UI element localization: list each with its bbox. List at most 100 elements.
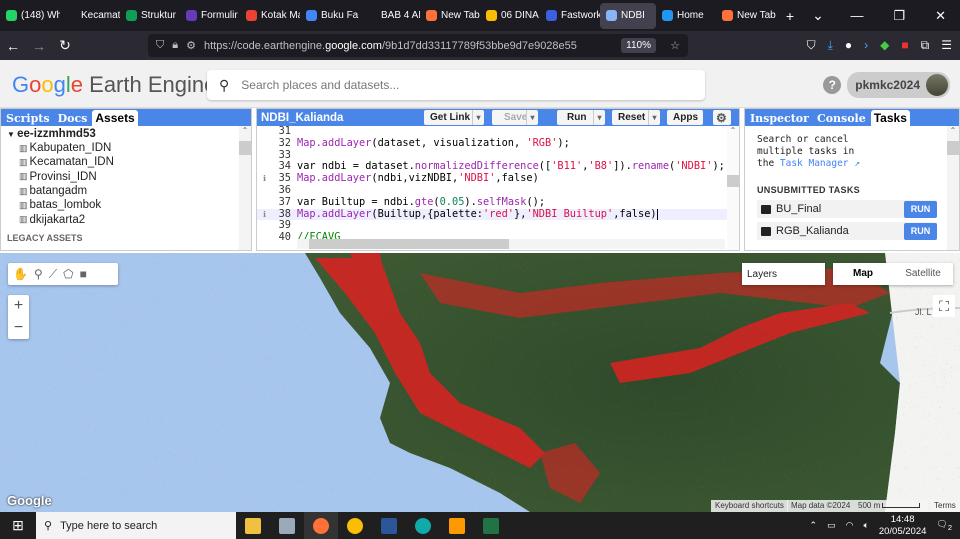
bookmark-star-icon[interactable]: ☆ <box>670 39 680 52</box>
browser-tab[interactable]: New Tab <box>420 3 480 29</box>
asset-item[interactable]: ▥ dkijakarta2 <box>7 212 245 226</box>
tab-list-button[interactable]: ⌄ <box>804 7 832 24</box>
polygon-icon[interactable]: ⬠ <box>63 267 73 281</box>
forward-icon[interactable]: → <box>26 38 52 54</box>
extension-red-icon[interactable]: ■ <box>901 38 908 53</box>
browser-tab[interactable]: New Tab <box>716 3 776 29</box>
app-icon[interactable] <box>270 512 304 539</box>
browser-tab[interactable]: Kecamatan <box>60 3 120 29</box>
reset-button[interactable]: Reset ▾ <box>612 110 660 125</box>
extension-arrow-icon[interactable]: › <box>864 38 868 53</box>
wifi-icon[interactable]: ◠ <box>846 520 854 531</box>
extension-icon[interactable]: ● <box>845 38 852 53</box>
task-manager-link[interactable]: Task Manager <box>780 158 849 169</box>
firefox-icon[interactable] <box>304 512 338 539</box>
search-app-icon[interactable] <box>406 512 440 539</box>
earth-engine-logo[interactable]: Google Earth Engine <box>12 72 216 98</box>
browser-tab[interactable]: Formulir <box>180 3 240 29</box>
tab-tasks[interactable]: Tasks <box>870 110 910 126</box>
save-button[interactable]: Save ▾ <box>492 110 538 125</box>
rectangle-icon[interactable]: ■ <box>80 267 87 281</box>
browser-tab[interactable]: Buku Fa <box>300 3 360 29</box>
scrollbar[interactable]: ⌃ <box>239 126 251 250</box>
info-icon[interactable]: ℹ <box>263 209 266 221</box>
run-button[interactable]: Run ▾ <box>557 110 605 125</box>
code-line[interactable]: 32 Map.addLayer (dataset, visualization, '… <box>257 137 739 150</box>
help-button[interactable]: ? <box>823 76 842 94</box>
marker-icon[interactable]: ⚲ <box>34 267 43 281</box>
restore-button[interactable]: ❐ <box>893 8 905 24</box>
keyboard-shortcuts-link[interactable]: Keyboard shortcuts <box>711 500 788 512</box>
menu-icon[interactable]: ☰ <box>941 38 952 53</box>
browser-tab[interactable]: 06 DINA <box>480 3 540 29</box>
asset-item[interactable]: ▥ Kecamatan_IDN <box>7 155 245 169</box>
pocket-icon[interactable]: ⛉ <box>807 38 816 53</box>
code-line[interactable]: ℹ 35 Map.addLayer (ndbi,vizNDBI, 'NDBI' ,fals… <box>257 172 739 185</box>
file-explorer-icon[interactable] <box>236 512 270 539</box>
vertical-scrollbar[interactable]: ⌃ <box>727 126 739 250</box>
minimize-button[interactable]: — <box>850 8 863 24</box>
app-orange-icon[interactable] <box>440 512 474 539</box>
browser-tab[interactable]: Fastwork <box>540 3 600 29</box>
map-type-button[interactable]: Map <box>833 263 893 285</box>
back-icon[interactable]: ← <box>0 38 26 54</box>
run-task-button[interactable]: RUN <box>904 223 937 240</box>
browser-tab[interactable]: BAB 4 ANAL <box>360 3 420 29</box>
download-icon[interactable]: ⤓ <box>828 38 833 53</box>
zoom-out-button[interactable]: − <box>8 317 29 339</box>
new-tab-button[interactable]: + <box>776 8 804 24</box>
asset-item[interactable]: ▥ Provinsi_IDN <box>7 170 245 184</box>
battery-icon[interactable]: ▭ <box>827 520 836 531</box>
tab-console[interactable]: Console <box>814 111 869 126</box>
layers-button[interactable]: Layers <box>742 263 825 285</box>
arcgis-icon[interactable] <box>338 512 372 539</box>
hand-pan-icon[interactable]: ✋ <box>13 267 28 281</box>
word-icon[interactable] <box>372 512 406 539</box>
polyline-icon[interactable]: ⟋ <box>49 267 57 282</box>
asset-item[interactable]: ▥ Kabupaten_IDN <box>7 141 245 155</box>
user-account-button[interactable]: pkmkc2024 <box>847 72 950 98</box>
asset-item[interactable]: ▥ batangadm <box>7 184 245 198</box>
fullscreen-icon[interactable]: ⛶ <box>933 295 955 317</box>
horizontal-scrollbar[interactable] <box>297 239 725 249</box>
close-window-button[interactable]: ✕ <box>935 8 946 24</box>
scrollbar[interactable]: ⌃ <box>947 126 959 250</box>
settings-gear-icon[interactable]: ⚙ <box>713 110 731 125</box>
tab-scripts[interactable]: Scripts <box>3 111 53 126</box>
tab-inspector[interactable]: Inspector <box>747 111 812 126</box>
notifications-icon[interactable]: 🗨︎2 <box>936 519 952 532</box>
browser-tab[interactable]: Kotak Masuk <box>240 3 300 29</box>
url-bar[interactable]: ⛉ 🔒︎ ⚙ https://code.earthengine.google.c… <box>148 34 688 57</box>
asset-item[interactable]: ▥ batas_lombok <box>7 198 245 212</box>
zoom-in-button[interactable]: + <box>8 295 29 317</box>
volume-icon[interactable]: 🔈︎ <box>863 520 868 531</box>
windows-start-icon[interactable]: ⊞ <box>0 517 36 534</box>
search-input[interactable]: ⚲ Search places and datasets... <box>207 70 705 100</box>
asset-root-folder[interactable]: ▼ ee-izzmhmd53 <box>7 128 245 141</box>
get-link-button[interactable]: Get Link ▾ <box>424 110 484 125</box>
code-line[interactable]: ℹ 38 Map.addLayer (Builtup,{palette:'red'},… <box>257 208 739 221</box>
code-line[interactable]: 37 var Builtup = ndbi. gte(0.05). selfMask(… <box>257 196 739 209</box>
clock[interactable]: 14:48 20/05/2024 <box>879 514 927 538</box>
code-line[interactable]: 36 <box>257 184 739 197</box>
browser-tab[interactable]: Struktur <box>120 3 180 29</box>
map-view[interactable]: ✋ ⚲ ⟋ ⬠ ■ + − Layers Map Satellite ⛶ Jl.… <box>0 253 960 512</box>
terms-link[interactable]: Terms <box>930 500 960 512</box>
tab-docs[interactable]: Docs <box>55 111 91 126</box>
satellite-type-button[interactable]: Satellite <box>893 263 953 285</box>
info-icon[interactable]: ℹ <box>263 173 266 185</box>
extensions-icon[interactable]: ⧉ <box>921 38 930 53</box>
taskbar-search-input[interactable]: ⚲ Type here to search <box>36 512 236 539</box>
zoom-level[interactable]: 110% <box>621 38 656 53</box>
browser-tab[interactable]: (148) WhatsApp <box>0 3 60 29</box>
tab-assets[interactable]: Assets <box>92 110 138 126</box>
code-area[interactable]: 31 32 Map.addLayer (dataset, visualization,… <box>257 125 739 244</box>
extension-color-icon[interactable]: ◆ <box>880 38 889 53</box>
apps-button[interactable]: Apps <box>667 110 703 125</box>
browser-tab[interactable]: Home <box>656 3 716 29</box>
excel-icon[interactable] <box>474 512 508 539</box>
run-task-button[interactable]: RUN <box>904 201 937 218</box>
tray-chevron-icon[interactable]: ⌃ <box>810 520 818 531</box>
reload-icon[interactable]: ↻ <box>52 37 78 54</box>
browser-tab[interactable]: NDBI <box>600 2 656 29</box>
